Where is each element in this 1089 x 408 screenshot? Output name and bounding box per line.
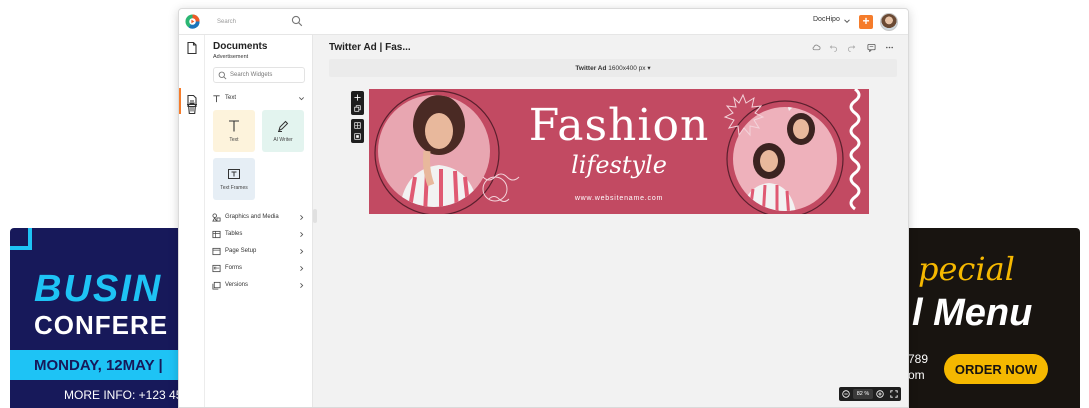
grid-group bbox=[351, 119, 364, 143]
background-banner-menu: pecial l Menu 789 om ORDER NOW bbox=[900, 228, 1080, 408]
zoom-out-icon[interactable] bbox=[842, 390, 850, 398]
text-t-icon bbox=[229, 120, 239, 132]
chevron-right-icon bbox=[300, 249, 304, 254]
chevron-right-icon bbox=[300, 232, 304, 237]
text-t-icon bbox=[213, 95, 220, 103]
section-page-setup[interactable]: Page Setup bbox=[212, 246, 305, 258]
fullscreen-icon[interactable] bbox=[890, 390, 898, 398]
layers-icon[interactable] bbox=[354, 133, 361, 140]
table-icon bbox=[212, 230, 221, 239]
screenshot-stage: BUSIN CONFERE MONDAY, 12MAY | MORE INFO:… bbox=[0, 0, 1089, 408]
comment-icon[interactable] bbox=[867, 43, 876, 52]
duplicate-page-icon[interactable] bbox=[354, 105, 361, 112]
chevron-right-icon bbox=[300, 215, 304, 220]
special-script: pecial bbox=[918, 250, 1015, 288]
widget-card-label: AI Writer bbox=[273, 137, 293, 143]
banner-headline: Fashion bbox=[528, 100, 710, 151]
background-banner-business: BUSIN CONFERE MONDAY, 12MAY | MORE INFO:… bbox=[10, 228, 190, 408]
page-size-bar[interactable]: Twitter Ad 1600x400 px ▾ bbox=[329, 59, 897, 77]
left-rail bbox=[179, 35, 205, 407]
undo-icon[interactable] bbox=[829, 43, 838, 52]
zoom-in-icon[interactable] bbox=[876, 390, 884, 398]
more-info: MORE INFO: +123 45 bbox=[64, 388, 183, 402]
corner-accent bbox=[10, 228, 32, 250]
widget-card-label: Text Frames bbox=[220, 185, 248, 191]
section-tables[interactable]: Tables bbox=[212, 229, 305, 241]
document-icon[interactable] bbox=[185, 41, 199, 55]
create-button[interactable]: + bbox=[859, 15, 873, 29]
search-icon[interactable] bbox=[291, 15, 303, 27]
more-options-icon[interactable] bbox=[885, 43, 894, 52]
order-now-button: ORDER NOW bbox=[944, 354, 1048, 384]
panel-title: Documents bbox=[213, 41, 268, 52]
business-headline: BUSIN bbox=[34, 268, 163, 310]
event-date-text: MONDAY, 12MAY | bbox=[34, 357, 163, 374]
avatar[interactable] bbox=[880, 13, 898, 31]
trash-icon[interactable] bbox=[185, 101, 199, 115]
chevron-right-icon bbox=[300, 266, 304, 271]
document-title[interactable]: Twitter Ad | Fas... bbox=[329, 42, 411, 53]
cloud-save-icon[interactable] bbox=[812, 43, 821, 52]
conference-headline: CONFERE bbox=[34, 310, 169, 340]
ai-pen-icon bbox=[278, 120, 289, 132]
rail-active-indicator bbox=[179, 88, 181, 114]
editor-area: Twitter Ad | Fas... Twitter Ad 1600x400 … bbox=[317, 35, 908, 407]
headline-wrap: Fashion bbox=[369, 101, 869, 151]
banner-script: lifestyle bbox=[571, 151, 667, 179]
add-duplicate-group bbox=[351, 91, 364, 115]
search-icon bbox=[218, 71, 227, 80]
section-label: Forms bbox=[225, 265, 242, 271]
widget-card-text-frames[interactable]: Text Frames bbox=[213, 158, 255, 200]
dochipo-logo-icon[interactable] bbox=[185, 14, 200, 29]
page-dimensions: 1600x400 px bbox=[608, 65, 646, 72]
chevron-right-icon bbox=[300, 283, 304, 288]
zoom-level[interactable]: 82 % bbox=[853, 389, 873, 399]
menu-headline: l Menu bbox=[912, 292, 1033, 334]
chevron-down-icon[interactable] bbox=[843, 17, 851, 25]
widget-card-ai-writer[interactable]: AI Writer bbox=[262, 110, 304, 152]
page-size-label: Twitter Ad 1600x400 px ▾ bbox=[575, 65, 651, 72]
text-frame-icon bbox=[228, 169, 240, 179]
section-graphics-and-media[interactable]: Graphics and Media bbox=[212, 212, 305, 224]
banner-website: www.websitename.com bbox=[574, 195, 664, 202]
text-section-header[interactable]: Text bbox=[212, 93, 305, 105]
design-canvas[interactable]: Fashion lifestyle www.websitename.com bbox=[369, 89, 869, 214]
redo-icon[interactable] bbox=[847, 43, 856, 52]
panel-subtitle: Advertisement bbox=[213, 54, 249, 60]
widget-search-input[interactable]: Search Widgets bbox=[213, 67, 305, 83]
widgets-panel: Documents Advertisement Search Widgets T… bbox=[205, 35, 313, 407]
add-page-icon[interactable] bbox=[354, 94, 361, 101]
section-label: Graphics and Media bbox=[225, 214, 279, 220]
text-section-label: Text bbox=[225, 95, 237, 101]
section-versions[interactable]: Versions bbox=[212, 280, 305, 292]
workspace-selector[interactable]: DocHipo bbox=[813, 16, 840, 23]
section-label: Tables bbox=[225, 231, 243, 237]
widget-search-placeholder: Search Widgets bbox=[230, 72, 273, 78]
page-type: Twitter Ad bbox=[575, 65, 607, 72]
zoom-control: 82 % bbox=[839, 387, 901, 401]
web-fragment: om bbox=[908, 368, 925, 382]
form-icon bbox=[212, 264, 221, 273]
phone-fragment: 789 bbox=[908, 352, 929, 366]
shapes-icon bbox=[212, 213, 221, 222]
versions-icon bbox=[212, 281, 221, 290]
top-bar: Search DocHipo + bbox=[179, 9, 908, 35]
grid-icon[interactable] bbox=[354, 122, 361, 129]
section-label: Page Setup bbox=[225, 248, 257, 254]
widget-card-label: Text bbox=[229, 137, 239, 143]
page-setup-icon bbox=[212, 247, 221, 256]
section-forms[interactable]: Forms bbox=[212, 263, 305, 275]
section-label: Versions bbox=[225, 282, 249, 288]
chevron-down-icon bbox=[299, 97, 304, 101]
widget-card-text[interactable]: Text bbox=[213, 110, 255, 152]
editor-window: Search DocHipo + Documents Advertisement… bbox=[178, 8, 909, 408]
